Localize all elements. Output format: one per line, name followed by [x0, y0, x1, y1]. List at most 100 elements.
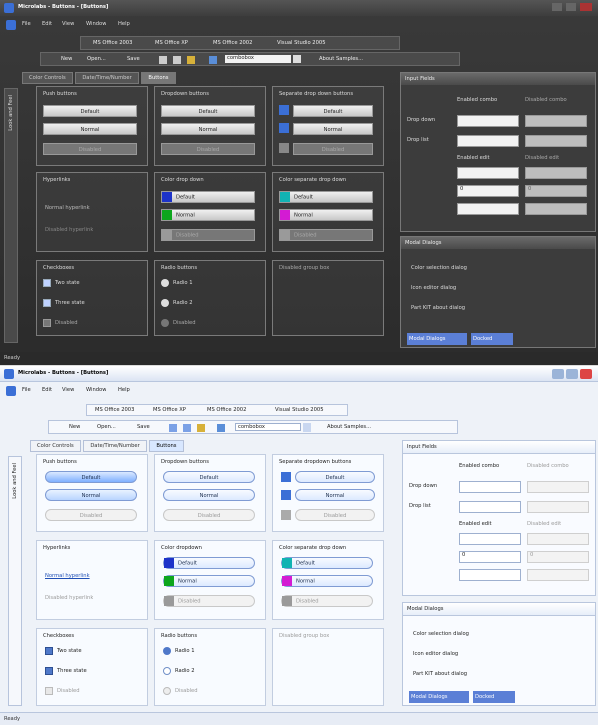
- menu-file[interactable]: File: [22, 387, 31, 393]
- new-button[interactable]: New: [69, 424, 80, 430]
- maximize-icon[interactable]: [566, 369, 578, 379]
- minimize-icon[interactable]: [552, 369, 564, 379]
- radio-1[interactable]: Radio 1: [173, 280, 193, 286]
- separate-dropdown-default[interactable]: Default: [293, 105, 373, 117]
- menu-view[interactable]: View: [62, 387, 74, 393]
- style-ms2003[interactable]: MS Office 2003: [93, 40, 132, 46]
- close-icon[interactable]: [580, 369, 592, 379]
- style-vs2005[interactable]: Visual Studio 2005: [277, 40, 326, 46]
- style-vs2005[interactable]: Visual Studio 2005: [275, 407, 324, 413]
- color-selection-dialog-link[interactable]: Color selection dialog: [411, 265, 467, 271]
- left-sidebar[interactable]: Look and Feel: [8, 456, 22, 706]
- paste-icon[interactable]: [187, 56, 195, 64]
- new-button[interactable]: New: [61, 56, 72, 62]
- color-dropdown-normal[interactable]: Normal: [161, 209, 255, 221]
- icon-picker-enabled[interactable]: [459, 569, 521, 581]
- enabled-edit-input[interactable]: [459, 533, 521, 545]
- checkbox-three-state[interactable]: Three state: [55, 300, 85, 306]
- spin-enabled-input[interactable]: 0: [459, 551, 521, 563]
- spin-enabled-input[interactable]: 0: [457, 185, 519, 197]
- normal-hyperlink[interactable]: Normal hyperlink: [45, 573, 90, 579]
- copy-icon[interactable]: [183, 424, 191, 432]
- tab-date-time-number[interactable]: Date/Time/Number: [83, 440, 147, 452]
- menu-help[interactable]: Help: [118, 21, 130, 27]
- dropdown-default[interactable]: Default: [161, 105, 255, 117]
- normal-hyperlink[interactable]: Normal hyperlink: [45, 205, 90, 211]
- checkbox-three-state[interactable]: Three state: [57, 668, 87, 674]
- checkbox-two-state[interactable]: Two state: [57, 648, 82, 654]
- color-separate-default[interactable]: Default: [279, 191, 373, 203]
- open-button[interactable]: Open...: [97, 424, 116, 430]
- radio-2[interactable]: Radio 2: [173, 300, 193, 306]
- icon-editor-dialog-link[interactable]: Icon editor dialog: [411, 285, 456, 291]
- dropdown-enabled-input[interactable]: [457, 115, 519, 127]
- menu-edit[interactable]: Edit: [42, 387, 52, 393]
- about-button[interactable]: About Samples...: [319, 56, 363, 62]
- tab-color-controls[interactable]: Color Controls: [30, 440, 81, 452]
- menu-edit[interactable]: Edit: [42, 21, 52, 27]
- separate-dropdown-normal[interactable]: Normal: [293, 123, 373, 135]
- copy-icon[interactable]: [173, 56, 181, 64]
- undo-icon[interactable]: [209, 56, 217, 64]
- undo-icon[interactable]: [217, 424, 225, 432]
- combobox[interactable]: combobox: [225, 55, 291, 63]
- bottom-tab-docked[interactable]: Docked: [473, 691, 515, 703]
- style-ms2003[interactable]: MS Office 2003: [95, 407, 134, 413]
- push-default-button[interactable]: Default: [45, 471, 137, 483]
- bottom-tab-docked[interactable]: Docked: [471, 333, 513, 345]
- save-button[interactable]: Save: [137, 424, 150, 430]
- tab-date-time-number[interactable]: Date/Time/Number: [75, 72, 139, 84]
- combobox[interactable]: combobox: [235, 423, 301, 431]
- push-normal-button[interactable]: Normal: [43, 123, 137, 135]
- save-button[interactable]: Save: [127, 56, 140, 62]
- droplist-enabled-input[interactable]: [457, 135, 519, 147]
- color-selection-dialog-link[interactable]: Color selection dialog: [413, 631, 469, 637]
- left-sidebar[interactable]: Look and Feel: [4, 88, 18, 343]
- part-kit-about-dialog-link[interactable]: Part KIT about dialog: [413, 671, 467, 677]
- icon-editor-dialog-link[interactable]: Icon editor dialog: [413, 651, 458, 657]
- color-dropdown-normal[interactable]: Normal: [163, 575, 255, 587]
- about-button[interactable]: About Samples...: [327, 424, 371, 430]
- radio-icon[interactable]: [163, 647, 171, 655]
- droplist-enabled-input[interactable]: [459, 501, 521, 513]
- bottom-tab-modal[interactable]: Modal Dialogs: [407, 333, 467, 345]
- paste-icon[interactable]: [197, 424, 205, 432]
- minimize-icon[interactable]: [552, 3, 562, 11]
- radio-icon[interactable]: [161, 299, 169, 307]
- checkbox-icon[interactable]: [43, 299, 51, 307]
- separate-dropdown-normal[interactable]: Normal: [295, 489, 375, 501]
- cut-icon[interactable]: [169, 424, 177, 432]
- radio-2[interactable]: Radio 2: [175, 668, 195, 674]
- checkbox-two-state[interactable]: Two state: [55, 280, 80, 286]
- color-separate-default[interactable]: Default: [281, 557, 373, 569]
- separate-dropdown-default[interactable]: Default: [295, 471, 375, 483]
- style-msxp[interactable]: MS Office XP: [153, 407, 186, 413]
- open-button[interactable]: Open...: [87, 56, 106, 62]
- style-ms2002[interactable]: MS Office 2002: [207, 407, 246, 413]
- radio-1[interactable]: Radio 1: [175, 648, 195, 654]
- bottom-tab-modal[interactable]: Modal Dialogs: [409, 691, 469, 703]
- dropdown-enabled-input[interactable]: [459, 481, 521, 493]
- menu-help[interactable]: Help: [118, 387, 130, 393]
- chevron-down-icon[interactable]: [293, 55, 301, 63]
- tab-buttons[interactable]: Buttons: [149, 440, 184, 452]
- radio-icon[interactable]: [163, 667, 171, 675]
- checkbox-icon[interactable]: [43, 279, 51, 287]
- color-dropdown-default[interactable]: Default: [163, 557, 255, 569]
- maximize-icon[interactable]: [566, 3, 576, 11]
- radio-icon[interactable]: [161, 279, 169, 287]
- color-separate-normal[interactable]: Normal: [281, 575, 373, 587]
- menu-window[interactable]: Window: [86, 387, 106, 393]
- style-ms2002[interactable]: MS Office 2002: [213, 40, 252, 46]
- style-msxp[interactable]: MS Office XP: [155, 40, 188, 46]
- menu-window[interactable]: Window: [86, 21, 106, 27]
- menu-file[interactable]: File: [22, 21, 31, 27]
- part-kit-about-dialog-link[interactable]: Part KIT about dialog: [411, 305, 465, 311]
- color-separate-normal[interactable]: Normal: [279, 209, 373, 221]
- tab-buttons[interactable]: Buttons: [141, 72, 176, 84]
- close-icon[interactable]: [580, 3, 592, 11]
- enabled-edit-input[interactable]: [457, 167, 519, 179]
- tab-color-controls[interactable]: Color Controls: [22, 72, 73, 84]
- dropdown-default[interactable]: Default: [163, 471, 255, 483]
- cut-icon[interactable]: [159, 56, 167, 64]
